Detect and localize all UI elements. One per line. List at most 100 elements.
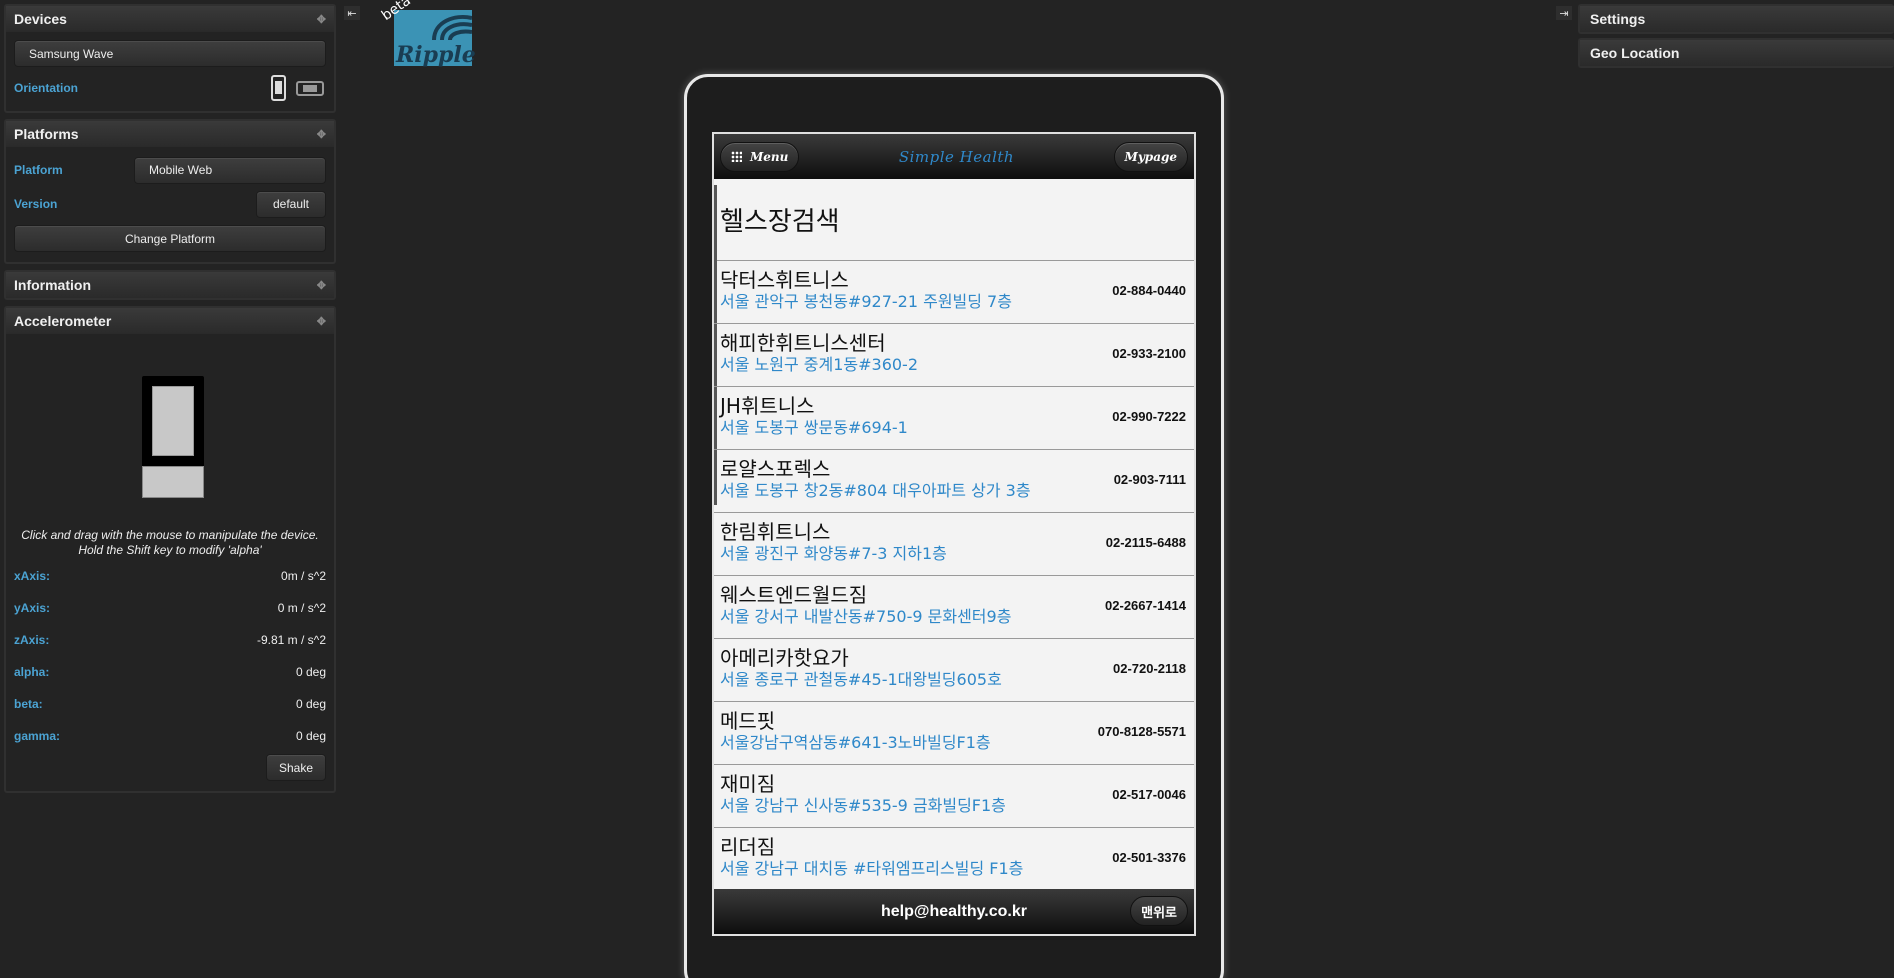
devices-panel-title: Devices	[14, 11, 67, 27]
accelerometer-row: yAxis: 0 m / s^2	[14, 592, 326, 624]
accelerometer-panel: Accelerometer ✥ Click and drag with the …	[4, 306, 336, 793]
menu-label: Menu	[750, 149, 789, 164]
accelerometer-row-label: beta:	[14, 697, 43, 711]
accelerometer-row-value: 0 deg	[295, 665, 326, 679]
accelerometer-row: alpha: 0 deg	[14, 656, 326, 688]
accelerometer-row: xAxis: 0m / s^2	[14, 560, 326, 592]
settings-panel: Settings	[1578, 4, 1894, 34]
orientation-label: Orientation	[14, 81, 79, 95]
device-model-screen	[152, 386, 194, 456]
gym-list-item[interactable]: 로얄스포렉스 서울 도봉구 창2동#804 대우아파트 상가 3층 02-903-7…	[714, 450, 1194, 513]
accelerometer-row-value: -9.81 m / s^2	[257, 633, 326, 647]
geo-location-panel-title: Geo Location	[1590, 45, 1680, 61]
accelerometer-panel-title: Accelerometer	[14, 313, 112, 329]
accelerometer-row-value: 0 m / s^2	[277, 601, 326, 615]
platform-select-value: Mobile Web	[149, 163, 213, 177]
information-panel: Information ✥	[4, 270, 336, 300]
version-label: Version	[14, 197, 58, 211]
devices-panel-header[interactable]: Devices ✥	[6, 6, 334, 32]
platform-label: Platform	[14, 163, 63, 177]
geo-location-panel: Geo Location	[1578, 38, 1894, 68]
pin-icon[interactable]: ✥	[317, 315, 326, 328]
gym-phone[interactable]: 02-2667-1414	[1105, 598, 1186, 613]
right-sidebar: Settings Geo Location	[1578, 4, 1894, 72]
platform-select[interactable]: Mobile Web	[134, 156, 326, 184]
version-select-value: default	[272, 197, 310, 211]
app-header: Menu Simple Health Mypage	[714, 134, 1194, 179]
gym-phone[interactable]: 02-990-7222	[1112, 409, 1186, 424]
landscape-icon[interactable]	[296, 80, 324, 96]
settings-panel-title: Settings	[1590, 11, 1646, 27]
accelerometer-panel-header[interactable]: Accelerometer ✥	[6, 308, 334, 334]
accelerometer-row-label: yAxis:	[14, 601, 51, 615]
gym-list-item[interactable]: 닥터스휘트니스 서울 관악구 봉천동#927-21 주원빌딩 7층 02-884-0…	[714, 261, 1194, 324]
accelerometer-row: zAxis: -9.81 m / s^2	[14, 624, 326, 656]
platforms-panel: Platforms ✥ Platform Mobile Web Version …	[4, 119, 336, 264]
settings-panel-header[interactable]: Settings	[1580, 6, 1894, 32]
accelerometer-row-value: 0 deg	[295, 729, 326, 743]
shake-button[interactable]: Shake	[266, 754, 326, 781]
collapse-right-arrow-icon[interactable]: ⇥	[1556, 6, 1572, 20]
geo-location-panel-header[interactable]: Geo Location	[1580, 40, 1894, 66]
left-sidebar: Devices ✥ Samsung Wave Orientation Platf…	[4, 4, 336, 799]
platforms-panel-header[interactable]: Platforms ✥	[6, 121, 334, 147]
change-platform-label: Change Platform	[124, 231, 216, 246]
shake-label: Shake	[278, 760, 314, 775]
accelerometer-row-label: alpha:	[14, 665, 50, 679]
accelerometer-row-label: zAxis:	[14, 633, 50, 647]
accelerometer-row: beta: 0 deg	[14, 688, 326, 720]
version-select[interactable]: default	[256, 190, 326, 218]
accelerometer-row-label: gamma:	[14, 729, 61, 743]
devices-panel: Devices ✥ Samsung Wave Orientation	[4, 4, 336, 113]
accelerometer-row-value: 0m / s^2	[281, 569, 326, 583]
gym-list-item[interactable]: 리더짐 서울 강남구 대치동 #타워엠프리스빌딩 F1층 02-501-3376	[714, 828, 1194, 891]
accelerometer-row-label: xAxis:	[14, 569, 51, 583]
gym-phone[interactable]: 02-517-0046	[1112, 787, 1186, 802]
mypage-label: Mypage	[1124, 149, 1177, 164]
device-model-base	[142, 466, 204, 498]
page-title: 헬스장검색	[714, 179, 1194, 261]
gym-list-item[interactable]: 웨스트엔드월드짐 서울 강서구 내발산동#750-9 문화센터9층 02-2667-…	[714, 576, 1194, 639]
accelerometer-hint: Click and drag with the mouse to manipul…	[21, 528, 319, 557]
logo-name: Ripple	[396, 42, 476, 68]
gym-phone[interactable]: 02-2115-6488	[1106, 535, 1186, 550]
accelerometer-canvas[interactable]	[14, 334, 326, 524]
gym-phone[interactable]: 02-720-2118	[1113, 661, 1186, 676]
back-to-top-button[interactable]: 맨위로	[1130, 896, 1188, 926]
accelerometer-row: gamma: 0 deg	[14, 720, 326, 752]
gym-phone[interactable]: 02-933-2100	[1112, 346, 1186, 361]
grid-icon	[731, 151, 742, 162]
app-title: Simple Health	[898, 147, 1015, 166]
back-to-top-label: 맨위로	[1141, 904, 1177, 920]
gym-list-item[interactable]: 아메리카핫요가 서울 종로구 관철동#45-1대왕빌딩605호 02-720-211…	[714, 639, 1194, 702]
gym-phone[interactable]: 02-903-7111	[1114, 472, 1186, 487]
gym-list-item[interactable]: 해피한휘트니스센터 서울 노원구 중계1동#360-2 02-933-2100	[714, 324, 1194, 387]
portrait-icon[interactable]	[271, 75, 286, 101]
pin-icon[interactable]: ✥	[317, 279, 326, 292]
change-platform-button[interactable]: Change Platform	[14, 225, 326, 252]
gym-list-item[interactable]: 메드핏 서울강남구역삼동#641-3노바빌딩F1층 070-8128-5571	[714, 702, 1194, 765]
accelerometer-row-value: 0 deg	[295, 697, 326, 711]
gym-phone[interactable]: 070-8128-5571	[1098, 724, 1186, 739]
pin-icon[interactable]: ✥	[317, 128, 326, 141]
device-select[interactable]: Samsung Wave	[14, 40, 326, 67]
gym-list: 닥터스휘트니스 서울 관악구 봉천동#927-21 주원빌딩 7층 02-884-0…	[714, 261, 1194, 891]
ripple-logo: beta Ripple	[379, 0, 476, 68]
device-model[interactable]	[142, 376, 204, 498]
app-footer: help@healthy.co.kr 맨위로	[714, 889, 1194, 934]
app-content[interactable]: 헬스장검색 닥터스휘트니스 서울 관악구 봉천동#927-21 주원빌딩 7층 02…	[714, 179, 1194, 891]
pin-icon[interactable]: ✥	[317, 13, 326, 26]
gym-list-item[interactable]: 재미짐 서울 강남구 신사동#535-9 금화빌딩F1층 02-517-0046	[714, 765, 1194, 828]
gym-list-item[interactable]: 한림휘트니스 서울 광진구 화양동#7-3 지하1층 02-2115-6488	[714, 513, 1194, 576]
gym-phone[interactable]: 02-884-0440	[1112, 283, 1186, 298]
information-panel-header[interactable]: Information ✥	[6, 272, 334, 298]
information-panel-title: Information	[14, 277, 91, 293]
menu-button[interactable]: Menu	[720, 141, 800, 172]
platforms-panel-title: Platforms	[14, 126, 79, 142]
mypage-button[interactable]: Mypage	[1113, 141, 1188, 172]
phone-screen: Menu Simple Health Mypage 헬스장검색 닥터스휘트니스 서…	[712, 132, 1196, 936]
collapse-left-arrow-icon[interactable]: ⇤	[344, 6, 360, 20]
footer-email[interactable]: help@healthy.co.kr	[881, 903, 1027, 921]
gym-phone[interactable]: 02-501-3376	[1112, 850, 1186, 865]
gym-list-item[interactable]: JH휘트니스 서울 도봉구 쌍문동#694-1 02-990-7222	[714, 387, 1194, 450]
